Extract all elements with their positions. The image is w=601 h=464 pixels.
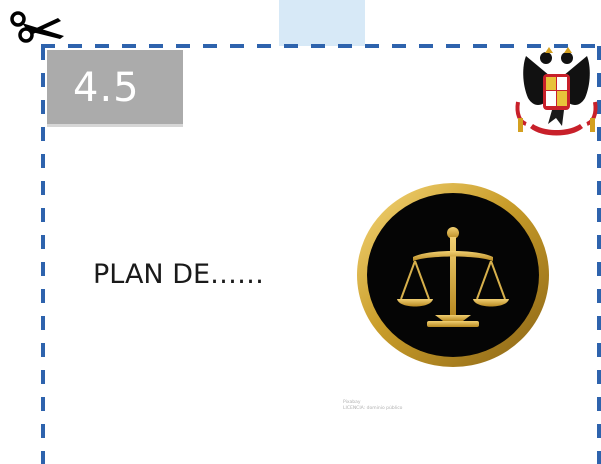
scissors-icon bbox=[10, 11, 64, 43]
card-heading: PLAN DE…… bbox=[93, 259, 265, 290]
balance-scale-icon bbox=[357, 183, 549, 367]
image-caption: Pixabay LICENCIA: dominio público bbox=[343, 400, 402, 412]
badge-shadow bbox=[47, 124, 183, 127]
image-caption-license: LICENCIA: dominio público bbox=[343, 406, 403, 411]
section-number-badge: 4.5 bbox=[47, 50, 183, 126]
coat-of-arms-icon bbox=[515, 47, 598, 136]
printable-card-page: 4.5 PLAN DE…… Pixabay LICENCIA: dominio … bbox=[0, 0, 601, 464]
